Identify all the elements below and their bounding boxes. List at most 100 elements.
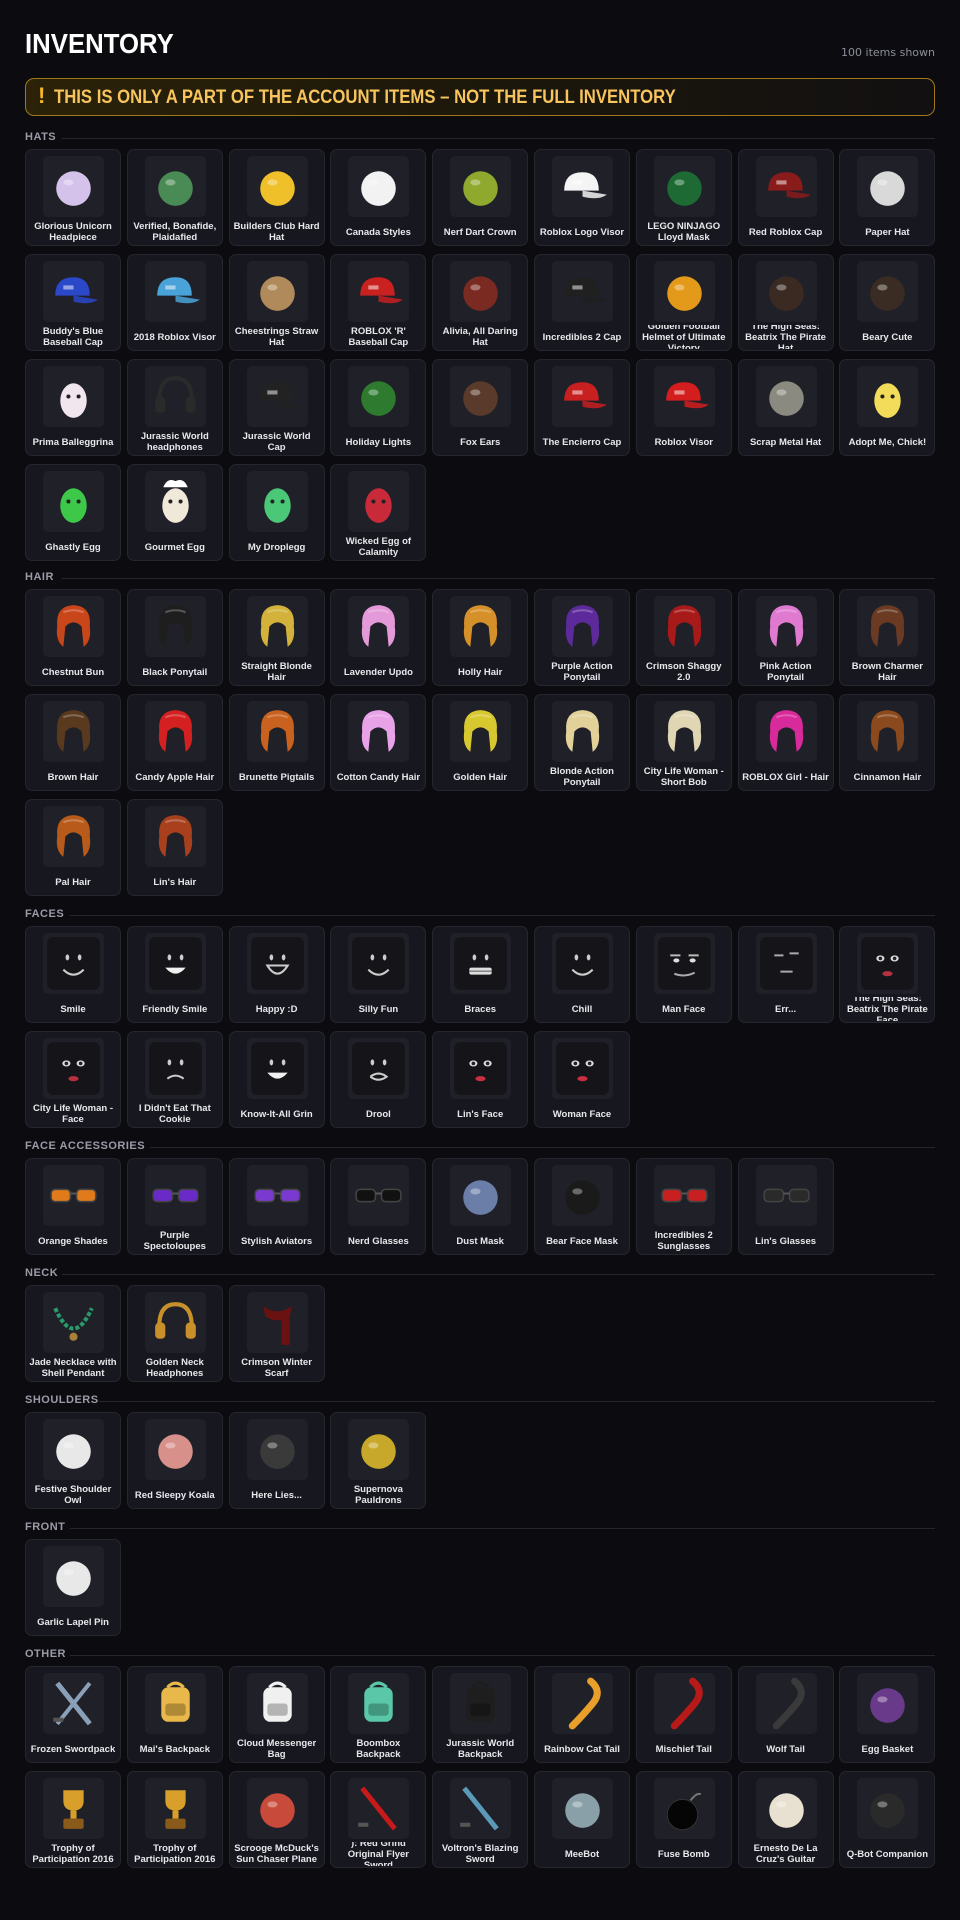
item-card[interactable]: LEGO NINJAGO Lloyd Mask [635, 149, 732, 246]
item-card[interactable]: Adopt Me, Chick! [839, 359, 936, 456]
item-card[interactable]: Straight Blonde Hair [228, 589, 325, 686]
item-card[interactable]: Pal Hair [25, 799, 121, 896]
item-card[interactable]: Know-It-All Grin [228, 1031, 325, 1128]
item-card[interactable]: ROBLOX Girl - Hair [737, 694, 834, 791]
item-card[interactable]: Festive Shoulder Owl [25, 1412, 121, 1509]
item-card[interactable]: Mischief Tail [635, 1666, 732, 1763]
item-card[interactable]: Q-Bot Companion [839, 1771, 936, 1868]
item-card[interactable]: Alivia, All Daring Hat [432, 254, 529, 351]
item-card[interactable]: Golden Hair [432, 694, 529, 791]
item-card[interactable]: Scrap Metal Hat [737, 359, 834, 456]
item-card[interactable]: Lin's Hair [126, 799, 223, 896]
item-card[interactable]: Stylish Aviators [228, 1158, 325, 1255]
item-card[interactable]: Chestnut Bun [25, 589, 121, 686]
item-card[interactable]: Cloud Messenger Bag [228, 1666, 325, 1763]
item-card[interactable]: Drool [330, 1031, 427, 1128]
item-card[interactable]: Prima Balleggrina [25, 359, 121, 456]
item-card[interactable]: The High Seas: Beatrix The Pirate Face [839, 926, 936, 1023]
item-card[interactable]: Glorious Unicorn Headpiece [25, 149, 121, 246]
item-card[interactable]: Incredibles 2 Sunglasses [635, 1158, 732, 1255]
item-card[interactable]: Black Ponytail [126, 589, 223, 686]
item-card[interactable]: Brunette Pigtails [228, 694, 325, 791]
item-card[interactable]: Wicked Egg of Calamity [330, 464, 427, 561]
item-card[interactable]: Ghastly Egg [25, 464, 121, 561]
item-card[interactable]: Holly Hair [432, 589, 529, 686]
item-card[interactable]: Canada Styles [330, 149, 427, 246]
item-card[interactable]: Cheestrings Straw Hat [228, 254, 325, 351]
item-card[interactable]: Crimson Winter Scarf [228, 1285, 325, 1382]
item-card[interactable]: Pink Action Ponytail [737, 589, 834, 686]
item-card[interactable]: Crimson Shaggy 2.0 [635, 589, 732, 686]
item-card[interactable]: ROBLOX 'R' Baseball Cap [330, 254, 427, 351]
item-card[interactable]: Smile [25, 926, 121, 1023]
item-card[interactable]: Lin's Glasses [737, 1158, 834, 1255]
item-card[interactable]: The Encierro Cap [533, 359, 630, 456]
item-card[interactable]: Braces [432, 926, 529, 1023]
item-card[interactable]: Cotton Candy Hair [330, 694, 427, 791]
item-card[interactable]: Purple Spectoloupes [126, 1158, 223, 1255]
item-card[interactable]: Golden Football Helmet of Ultimate Victo… [635, 254, 732, 351]
item-card[interactable]: Supernova Pauldrons [330, 1412, 427, 1509]
item-card[interactable]: Err... [737, 926, 834, 1023]
item-card[interactable]: Nerd Glasses [330, 1158, 427, 1255]
item-card[interactable]: Blonde Action Ponytail [533, 694, 630, 791]
item-card[interactable]: Red Roblox Cap [737, 149, 834, 246]
item-card[interactable]: Roblox Visor [635, 359, 732, 456]
item-card[interactable]: City Life Woman - Face [25, 1031, 121, 1128]
item-card[interactable]: Voltron's Blazing Sword [432, 1771, 529, 1868]
item-card[interactable]: Boombox Backpack [330, 1666, 427, 1763]
item-card[interactable]: Holiday Lights [330, 359, 427, 456]
item-card[interactable]: Bear Face Mask [533, 1158, 630, 1255]
item-card[interactable]: Purple Action Ponytail [533, 589, 630, 686]
item-card[interactable]: Verified, Bonafide, Plaidafied [126, 149, 223, 246]
item-card[interactable]: I Didn't Eat That Cookie [126, 1031, 223, 1128]
item-card[interactable]: Lin's Face [432, 1031, 529, 1128]
item-card[interactable]: Brown Hair [25, 694, 121, 791]
item-card[interactable]: Here Lies... [228, 1412, 325, 1509]
item-card[interactable]: Happy :D [228, 926, 325, 1023]
item-card[interactable]: ): Red Grind Original Flyer Sword [330, 1771, 427, 1868]
item-card[interactable]: Trophy of Participation 2016 [126, 1771, 223, 1868]
item-card[interactable]: Beary Cute [839, 254, 936, 351]
item-card[interactable]: Incredibles 2 Cap [533, 254, 630, 351]
item-card[interactable]: Cinnamon Hair [839, 694, 936, 791]
item-card[interactable]: Chill [533, 926, 630, 1023]
item-card[interactable]: My Droplegg [228, 464, 325, 561]
item-card[interactable]: Dust Mask [432, 1158, 529, 1255]
item-card[interactable]: Mai's Backpack [126, 1666, 223, 1763]
item-card[interactable]: The High Seas: Beatrix The Pirate Hat [737, 254, 834, 351]
item-card[interactable]: MeeBot [533, 1771, 630, 1868]
item-card[interactable]: Jade Necklace with Shell Pendant [25, 1285, 121, 1382]
item-card[interactable]: Scrooge McDuck's Sun Chaser Plane [228, 1771, 325, 1868]
item-card[interactable]: Builders Club Hard Hat [228, 149, 325, 246]
item-card[interactable]: Friendly Smile [126, 926, 223, 1023]
item-card[interactable]: Jurassic World Cap [228, 359, 325, 456]
item-card[interactable]: Fox Ears [432, 359, 529, 456]
item-card[interactable]: Roblox Logo Visor [533, 149, 630, 246]
item-card[interactable]: Golden Neck Headphones [126, 1285, 223, 1382]
item-card[interactable]: Trophy of Participation 2016 [25, 1771, 121, 1868]
item-card[interactable]: Garlic Lapel Pin [25, 1539, 121, 1636]
item-card[interactable]: Ernesto De La Cruz's Guitar [737, 1771, 834, 1868]
item-card[interactable]: Lavender Updo [330, 589, 427, 686]
item-card[interactable]: Buddy's Blue Baseball Cap [25, 254, 121, 351]
item-card[interactable]: City Life Woman - Short Bob [635, 694, 732, 791]
item-card[interactable]: Fuse Bomb [635, 1771, 732, 1868]
item-card[interactable]: Brown Charmer Hair [839, 589, 936, 686]
item-card[interactable]: 2018 Roblox Visor [126, 254, 223, 351]
item-card[interactable]: Egg Basket [839, 1666, 936, 1763]
item-card[interactable]: Woman Face [533, 1031, 630, 1128]
item-card[interactable]: Candy Apple Hair [126, 694, 223, 791]
item-card[interactable]: Jurassic World Backpack [432, 1666, 529, 1763]
item-card[interactable]: Paper Hat [839, 149, 936, 246]
item-card[interactable]: Gourmet Egg [126, 464, 223, 561]
item-card[interactable]: Orange Shades [25, 1158, 121, 1255]
item-card[interactable]: Frozen Swordpack [25, 1666, 121, 1763]
item-card[interactable]: Wolf Tail [737, 1666, 834, 1763]
item-card[interactable]: Red Sleepy Koala [126, 1412, 223, 1509]
item-card[interactable]: Rainbow Cat Tail [533, 1666, 630, 1763]
item-card[interactable]: Silly Fun [330, 926, 427, 1023]
item-card[interactable]: Nerf Dart Crown [432, 149, 529, 246]
item-card[interactable]: Jurassic World headphones [126, 359, 223, 456]
item-card[interactable]: Man Face [635, 926, 732, 1023]
